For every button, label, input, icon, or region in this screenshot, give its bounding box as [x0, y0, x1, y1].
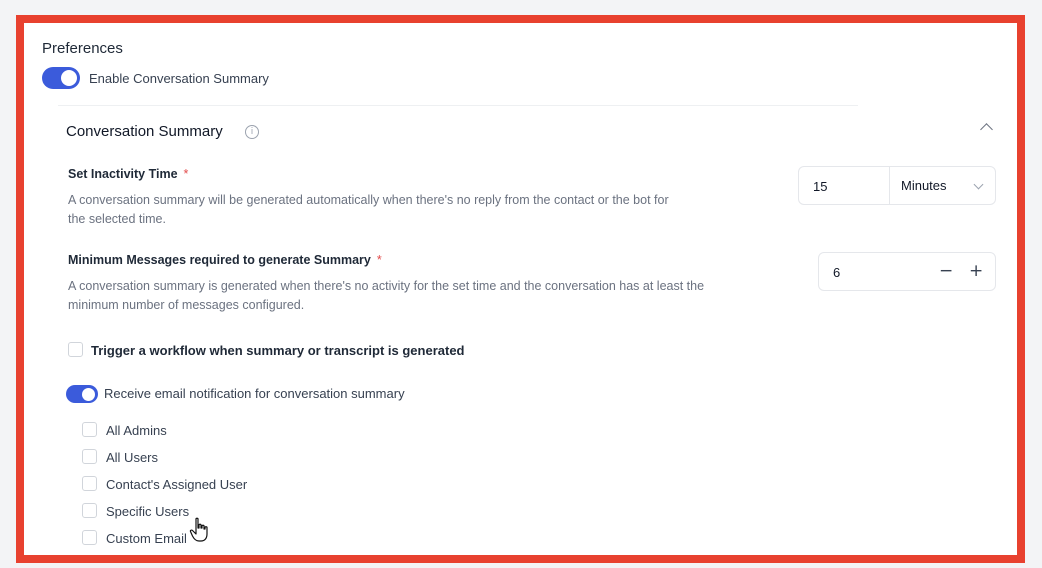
email-notification-toggle[interactable] — [66, 385, 98, 403]
min-messages-desc-line2: minimum number of messages configured. — [68, 298, 305, 312]
assigned-user-checkbox[interactable] — [82, 476, 97, 491]
inactivity-label-text: Set Inactivity Time — [68, 167, 178, 181]
min-messages-description: A conversation summary is generated when… — [68, 277, 704, 315]
preferences-title: Preferences — [42, 40, 123, 57]
inactivity-input-group: 15 Minutes — [798, 166, 996, 205]
specific-users-checkbox[interactable] — [82, 503, 97, 518]
assigned-user-label: Contact's Assigned User — [106, 477, 248, 492]
custom-email-checkbox[interactable] — [82, 530, 97, 545]
all-admins-label: All Admins — [106, 423, 167, 438]
min-messages-desc-line1: A conversation summary is generated when… — [68, 279, 705, 293]
required-mark: * — [376, 253, 382, 267]
info-icon[interactable]: i — [245, 125, 259, 139]
specific-users-label: Specific Users — [106, 504, 190, 519]
min-messages-stepper: 6 − + — [818, 252, 996, 291]
chevron-up-icon[interactable] — [980, 123, 993, 136]
increment-button[interactable]: + — [969, 263, 983, 280]
highlight-frame: Preferences Enable Conversation Summary … — [16, 15, 1025, 563]
enable-summary-label: Enable Conversation Summary — [89, 71, 269, 86]
hand-cursor-icon — [189, 517, 208, 542]
trigger-workflow-checkbox[interactable] — [68, 342, 83, 357]
email-notification-label: Receive email notification for conversat… — [104, 386, 405, 401]
inactivity-label: Set Inactivity Time * — [68, 167, 188, 181]
inactivity-desc-line1: A conversation summary will be generated… — [68, 193, 669, 207]
all-users-checkbox[interactable] — [82, 449, 97, 464]
all-admins-checkbox[interactable] — [82, 422, 97, 437]
custom-email-label: Custom Email — [106, 531, 187, 546]
enable-summary-toggle[interactable] — [42, 67, 80, 89]
required-mark: * — [183, 167, 189, 181]
min-messages-value-input[interactable]: 6 — [833, 265, 840, 280]
min-messages-label-text: Minimum Messages required to generate Su… — [68, 253, 371, 267]
decrement-button[interactable]: − — [939, 263, 953, 280]
separator — [889, 167, 890, 204]
all-users-label: All Users — [106, 450, 159, 465]
chevron-down-icon[interactable] — [973, 179, 984, 190]
min-messages-label: Minimum Messages required to generate Su… — [68, 253, 382, 267]
inactivity-value-input[interactable]: 15 — [813, 179, 827, 194]
section-title: Conversation Summary — [66, 123, 223, 140]
inactivity-desc-line2: the selected time. — [68, 212, 166, 226]
preferences-panel: Preferences Enable Conversation Summary … — [24, 23, 1017, 555]
trigger-workflow-label: Trigger a workflow when summary or trans… — [91, 343, 465, 358]
inactivity-unit-select[interactable]: Minutes — [901, 178, 947, 193]
inactivity-description: A conversation summary will be generated… — [68, 191, 669, 229]
divider — [58, 105, 858, 106]
